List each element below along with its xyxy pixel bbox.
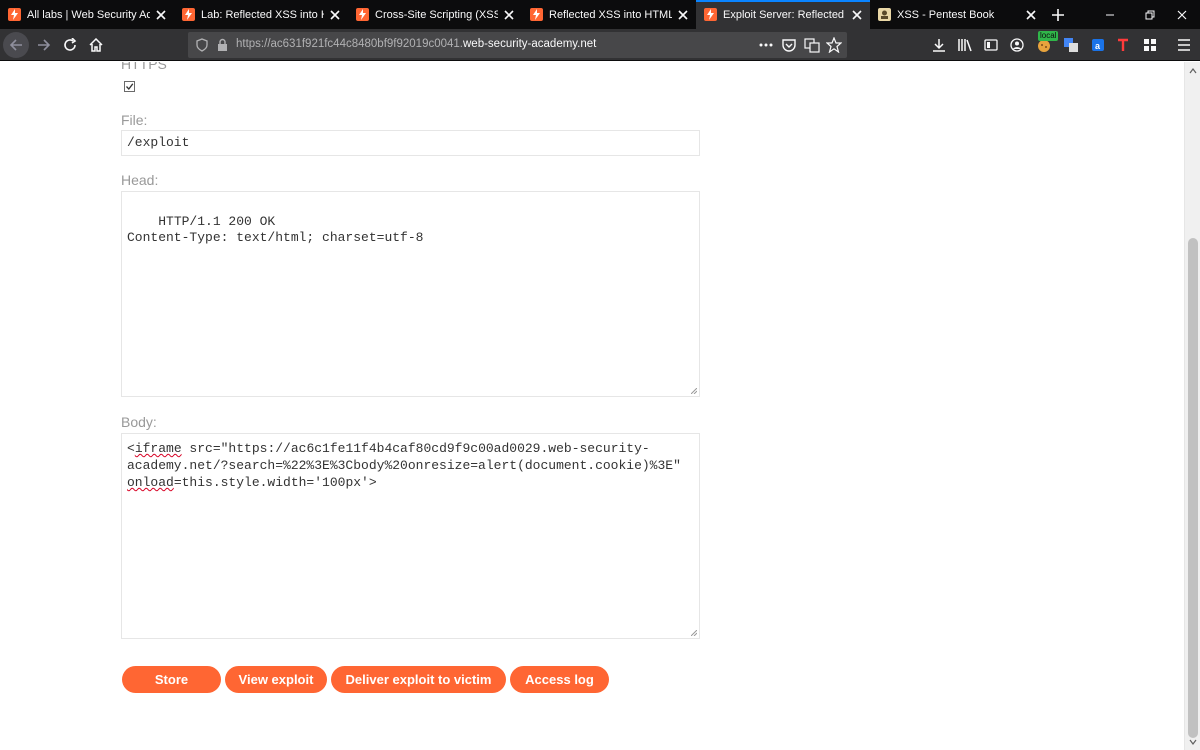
scroll-up-icon[interactable] bbox=[1187, 65, 1199, 77]
https-checkbox[interactable] bbox=[124, 81, 135, 92]
body-label: Body: bbox=[121, 414, 157, 430]
restore-button[interactable] bbox=[1132, 0, 1168, 29]
body-line-1: <iframe src="https://ac6c1fe11f4b4caf80c… bbox=[127, 441, 650, 456]
portswigger-bolt-icon bbox=[530, 8, 543, 21]
view-exploit-button[interactable]: View exploit bbox=[225, 666, 327, 693]
head-textarea[interactable]: HTTP/1.1 200 OK Content-Type: text/html;… bbox=[121, 191, 700, 397]
access-log-button[interactable]: Access log bbox=[510, 666, 609, 693]
url-prefix: https://ac631f921fc44c8480bf9f92019c0041… bbox=[236, 38, 463, 50]
tab-exploit-server[interactable]: Exploit Server: Reflected XSS bbox=[696, 0, 870, 29]
extensions-grid-icon[interactable] bbox=[1139, 34, 1161, 56]
close-icon[interactable] bbox=[846, 4, 868, 26]
tab-pentest-book[interactable]: XSS - Pentest Book bbox=[870, 0, 1044, 29]
url-domain: web-security-academy.net bbox=[463, 38, 597, 50]
tab-title: All labs | Web Security Acade bbox=[27, 8, 150, 21]
reload-button[interactable] bbox=[57, 32, 83, 58]
vertical-scrollbar[interactable] bbox=[1184, 62, 1200, 750]
body-textarea[interactable]: <iframe src="https://ac6c1fe11f4b4caf80c… bbox=[121, 433, 700, 639]
portswigger-bolt-icon bbox=[182, 8, 195, 21]
body-line-3: onload=this.style.width='100px'> bbox=[127, 475, 377, 490]
head-label: Head: bbox=[121, 172, 159, 188]
hamburger-menu-icon[interactable] bbox=[1173, 34, 1195, 56]
body-line-3-rest: =this.style.width='100px'> bbox=[173, 475, 377, 490]
plus-icon bbox=[1052, 8, 1064, 21]
https-label: HTTPS bbox=[121, 62, 167, 72]
url-text[interactable]: https://ac631f921fc44c8480bf9f92019c0041… bbox=[236, 38, 596, 50]
close-window-button[interactable] bbox=[1164, 0, 1200, 29]
resize-grip-icon[interactable] bbox=[691, 388, 697, 394]
minimize-icon bbox=[1106, 14, 1114, 15]
tab-title: XSS - Pentest Book bbox=[897, 8, 995, 21]
close-icon[interactable] bbox=[498, 4, 520, 26]
portswigger-bolt-icon bbox=[356, 8, 369, 21]
minimize-button[interactable] bbox=[1092, 0, 1128, 29]
store-button[interactable]: Store bbox=[122, 666, 221, 693]
tab-title: Reflected XSS into HTML co bbox=[549, 8, 672, 21]
local-badge: local bbox=[1038, 31, 1059, 41]
portswigger-bolt-icon bbox=[704, 8, 717, 21]
portswigger-bolt-icon bbox=[8, 8, 21, 21]
translate-icon[interactable] bbox=[804, 37, 820, 58]
extension-t-icon[interactable] bbox=[1112, 34, 1134, 56]
tab-all-labs[interactable]: All labs | Web Security Acade bbox=[0, 0, 174, 29]
close-icon[interactable] bbox=[150, 4, 172, 26]
extension-a-icon[interactable]: a bbox=[1087, 34, 1109, 56]
library-icon[interactable] bbox=[954, 34, 976, 56]
pocket-icon[interactable] bbox=[781, 37, 797, 58]
tab-lab-reflected-xss[interactable]: Lab: Reflected XSS into HTM bbox=[174, 0, 348, 29]
tab-strip: All labs | Web Security Acade Lab: Refle… bbox=[0, 0, 1200, 29]
close-icon[interactable] bbox=[324, 4, 346, 26]
body-line-1-rest: src="https://ac6c1fe11f4b4caf80cd9f9c00a… bbox=[181, 441, 650, 456]
home-icon bbox=[89, 38, 103, 52]
close-icon[interactable] bbox=[1020, 4, 1042, 26]
scrollbar-thumb[interactable] bbox=[1188, 238, 1198, 738]
shield-icon[interactable] bbox=[196, 38, 208, 57]
file-input[interactable]: /exploit bbox=[121, 130, 700, 156]
arrow-right-icon bbox=[38, 39, 51, 51]
close-icon[interactable] bbox=[672, 4, 694, 26]
home-button[interactable] bbox=[83, 32, 109, 58]
body-line-2: academy.net/?search=%22%3E%3Cbody%20onre… bbox=[127, 458, 681, 473]
checkmark-icon bbox=[126, 83, 134, 91]
file-label: File: bbox=[121, 112, 148, 128]
book-icon bbox=[878, 8, 891, 21]
tab-reflected-xss-html-context[interactable]: Reflected XSS into HTML co bbox=[522, 0, 696, 29]
translate-extension-icon[interactable] bbox=[1060, 34, 1082, 56]
lock-icon[interactable] bbox=[217, 38, 228, 57]
tab-xss-cheat-sheet[interactable]: Cross-Site Scripting (XSS) Ch bbox=[348, 0, 522, 29]
body-tag-name: iframe bbox=[134, 441, 182, 456]
tab-title: Cross-Site Scripting (XSS) Ch bbox=[375, 8, 498, 21]
head-text: HTTP/1.1 200 OK Content-Type: text/html;… bbox=[127, 214, 424, 245]
download-icon[interactable] bbox=[928, 34, 950, 56]
arrow-left-icon bbox=[9, 39, 22, 51]
bookmark-star-icon[interactable] bbox=[825, 36, 843, 58]
deliver-exploit-button[interactable]: Deliver exploit to victim bbox=[331, 666, 506, 693]
navigation-toolbar: https://ac631f921fc44c8480bf9f92019c0041… bbox=[0, 29, 1200, 61]
sidebar-icon[interactable] bbox=[980, 34, 1002, 56]
body-attr-name: onload bbox=[127, 475, 174, 490]
exploit-server-form: HTTPS File: /exploit Head: HTTP/1.1 200 … bbox=[0, 62, 1184, 750]
page-actions-icon[interactable] bbox=[758, 37, 774, 58]
close-icon bbox=[1177, 10, 1187, 19]
url-bar[interactable]: https://ac631f921fc44c8480bf9f92019c0041… bbox=[188, 32, 847, 58]
new-tab-button[interactable] bbox=[1044, 0, 1072, 29]
back-button[interactable] bbox=[3, 32, 29, 58]
reload-icon bbox=[64, 38, 77, 51]
scroll-down-icon[interactable] bbox=[1187, 736, 1199, 748]
restore-icon bbox=[1145, 10, 1155, 19]
tab-title: Lab: Reflected XSS into HTM bbox=[201, 8, 324, 21]
forward-button[interactable] bbox=[31, 32, 57, 58]
tab-title: Exploit Server: Reflected XSS bbox=[723, 8, 846, 21]
resize-grip-icon[interactable] bbox=[691, 630, 697, 636]
account-icon[interactable] bbox=[1006, 34, 1028, 56]
